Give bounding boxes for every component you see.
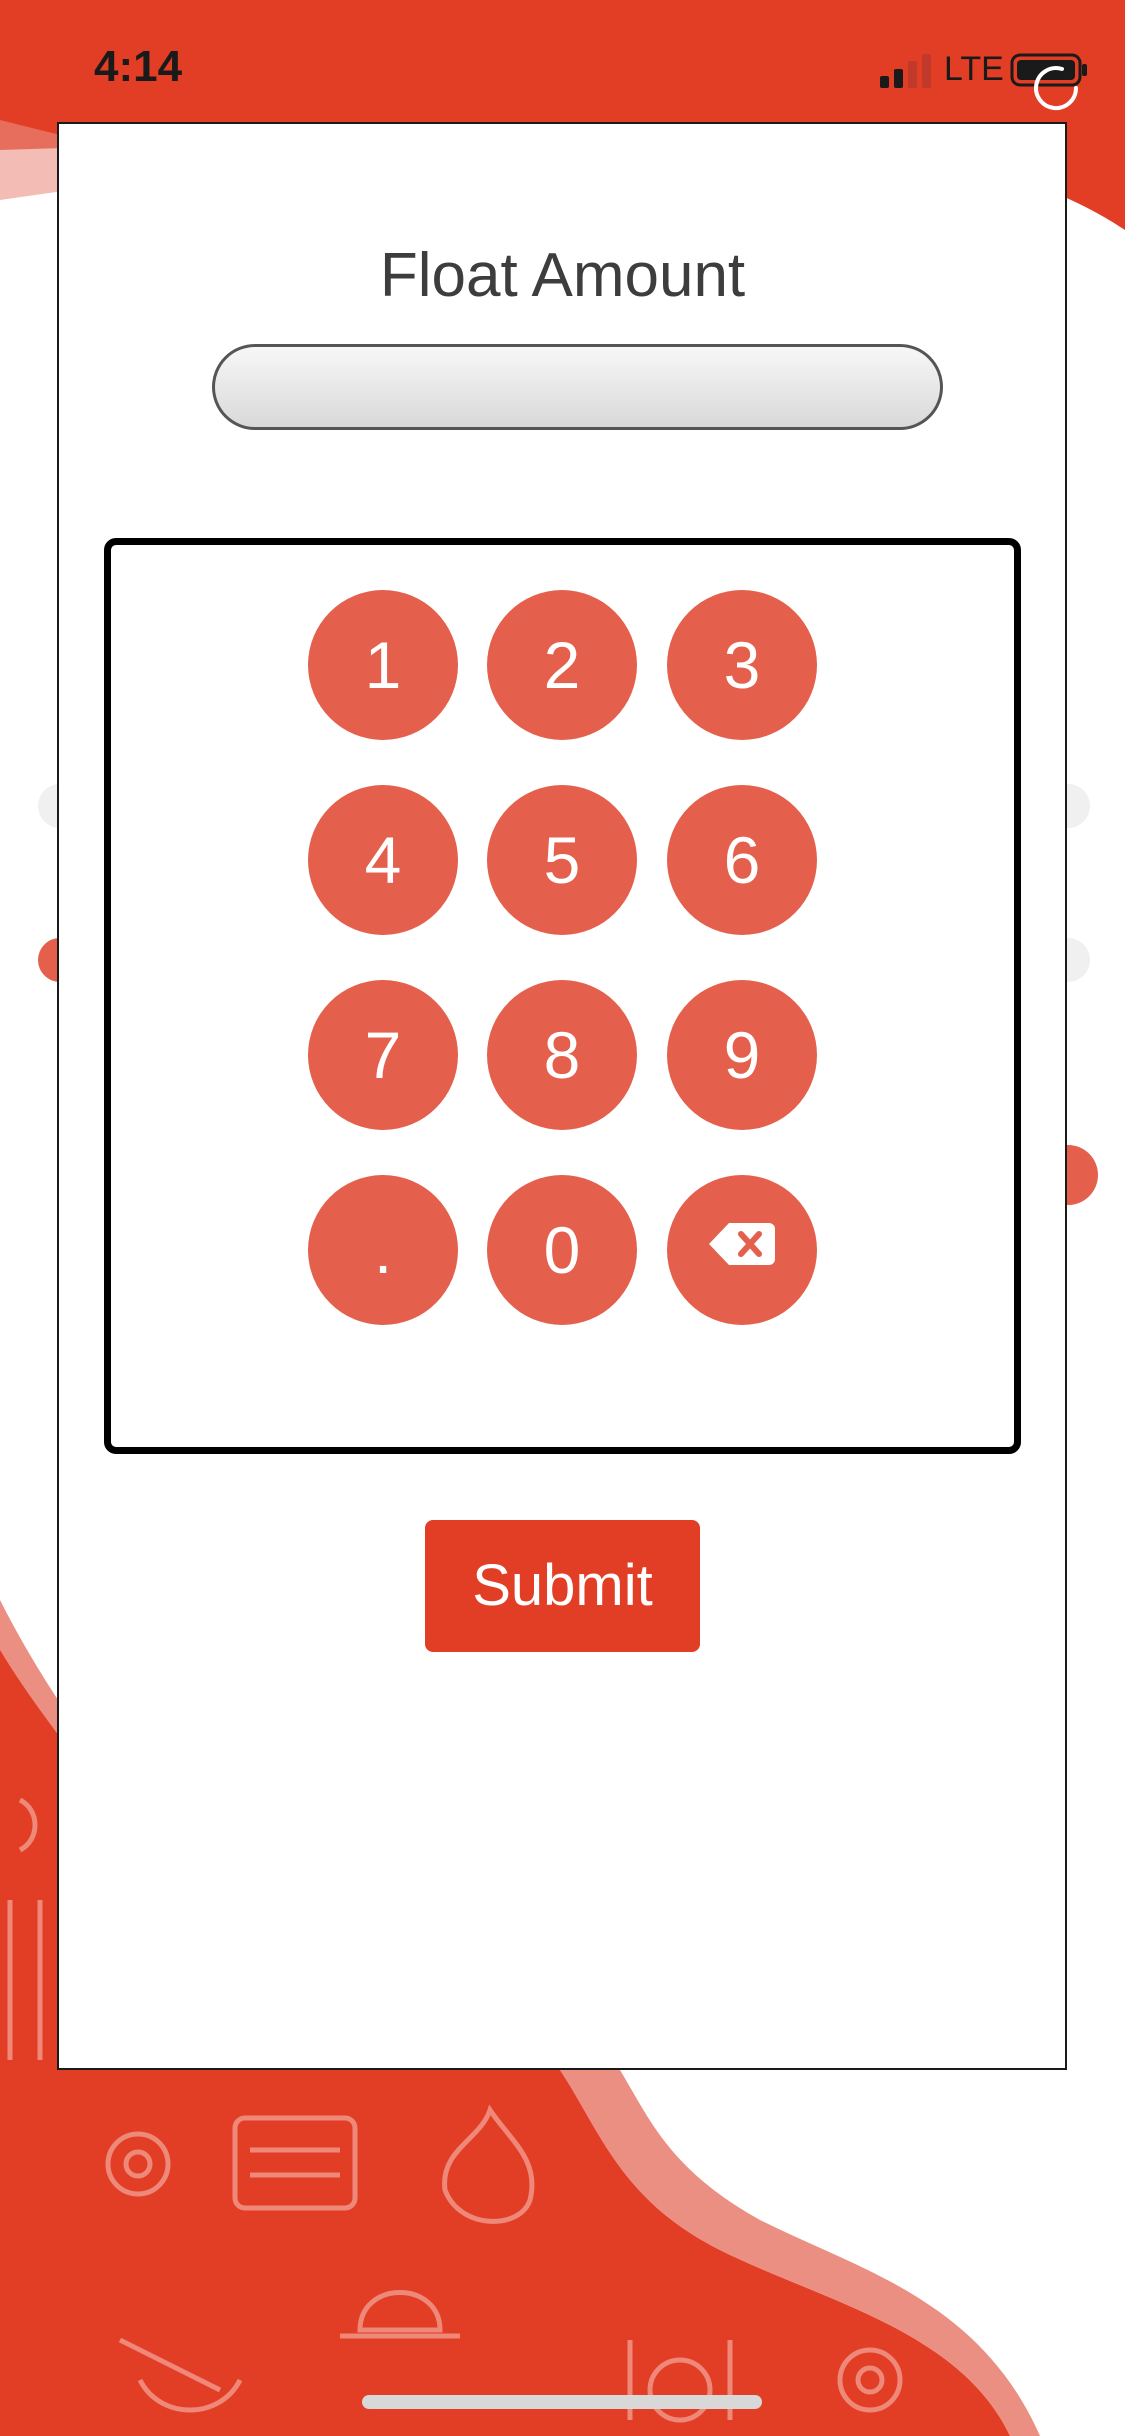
network-type: LTE — [944, 50, 1004, 88]
key-6[interactable]: 6 — [667, 785, 817, 935]
key-8[interactable]: 8 — [487, 980, 637, 1130]
numeric-keypad: 1 2 3 4 5 6 7 8 9 . 0 — [104, 538, 1021, 1454]
key-5[interactable]: 5 — [487, 785, 637, 935]
submit-button[interactable]: Submit — [425, 1520, 700, 1652]
delete-button[interactable] — [667, 1175, 817, 1325]
float-amount-input[interactable] — [212, 344, 943, 430]
status-time: 4:14 — [94, 42, 183, 91]
key-3[interactable]: 3 — [667, 590, 817, 740]
key-9[interactable]: 9 — [667, 980, 817, 1130]
key-7[interactable]: 7 — [308, 980, 458, 1130]
key-0[interactable]: 0 — [487, 1175, 637, 1325]
home-indicator[interactable] — [362, 2395, 762, 2409]
key-1[interactable]: 1 — [308, 590, 458, 740]
status-bar: 4:14 LTE — [0, 0, 1125, 130]
key-2[interactable]: 2 — [487, 590, 637, 740]
page-title: Float Amount — [379, 241, 746, 310]
signal-icon — [880, 54, 931, 88]
key-decimal[interactable]: . — [308, 1175, 458, 1325]
backspace-icon — [709, 1223, 775, 1265]
loading-spinner-icon — [1034, 66, 1079, 111]
key-4[interactable]: 4 — [308, 785, 458, 935]
